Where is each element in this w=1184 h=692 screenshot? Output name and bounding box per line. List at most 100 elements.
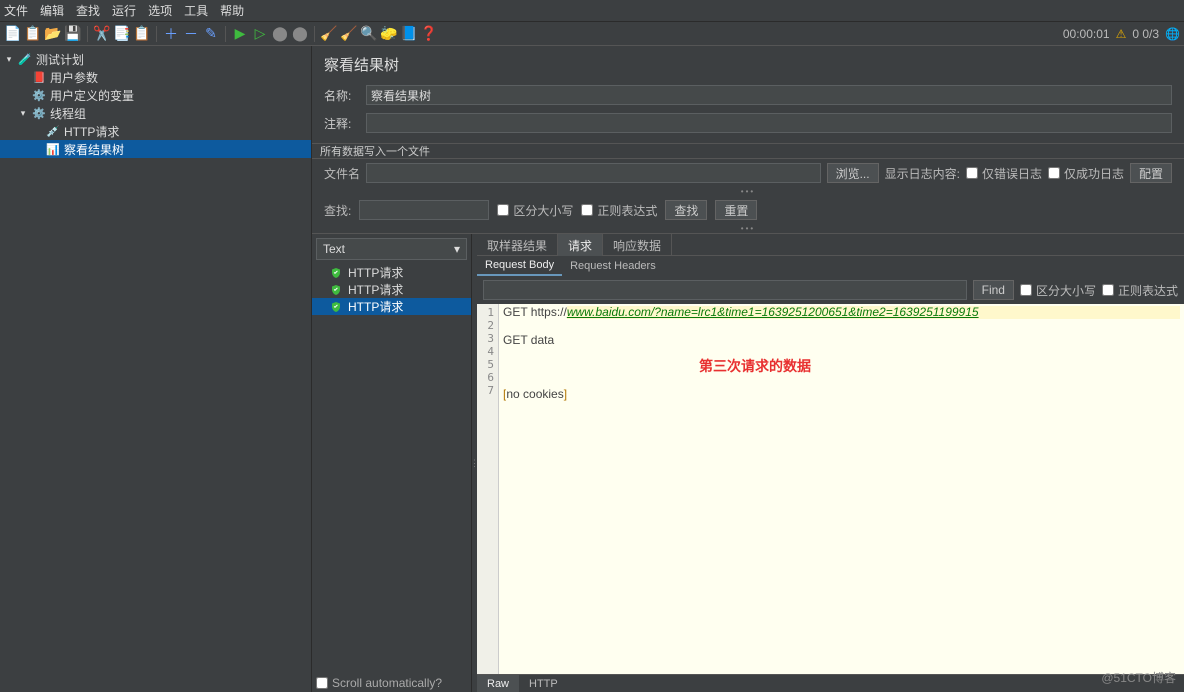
success-shield-icon: [330, 267, 342, 279]
open-icon[interactable]: 📂: [44, 25, 62, 43]
footer-tab-raw[interactable]: Raw: [477, 675, 519, 692]
tree-user-vars[interactable]: ⚙️ 用户定义的变量: [0, 86, 311, 104]
menu-tools[interactable]: 工具: [184, 2, 208, 19]
subtab-request-headers[interactable]: Request Headers: [562, 256, 664, 276]
menu-options[interactable]: 选项: [148, 2, 172, 19]
templates-icon[interactable]: 📋: [24, 25, 42, 43]
tree-toggle-icon[interactable]: ▾: [4, 54, 14, 65]
paste-icon[interactable]: 📋: [133, 25, 151, 43]
shutdown-icon[interactable]: ⬤: [291, 25, 309, 43]
params-icon: 📕: [32, 70, 46, 84]
chart-icon: 📊: [46, 142, 60, 156]
reset-search-icon[interactable]: 🧽: [380, 25, 398, 43]
name-input[interactable]: [366, 85, 1172, 105]
toggle-icon[interactable]: ✎: [202, 25, 220, 43]
splitter-grip[interactable]: •••: [312, 224, 1184, 233]
regex-check[interactable]: 正则表达式: [581, 202, 657, 219]
tree-toggle-icon[interactable]: ▾: [18, 108, 28, 119]
result-item[interactable]: HTTP请求: [312, 281, 471, 298]
tree-search-input[interactable]: [359, 200, 489, 220]
toolbar: 📄 📋 📂 💾 ✂️ 📑 📋 ＋ － ✎ ▶ ▷ ⬤ ⬤ 🧹 🧹 🔍 🧽 📘 ❓…: [0, 22, 1184, 46]
code-content[interactable]: GET https://www.baidu.com/?name=lrc1&tim…: [499, 304, 1184, 674]
globe-icon[interactable]: 🌐: [1165, 27, 1180, 41]
menu-help[interactable]: 帮助: [220, 2, 244, 19]
result-item[interactable]: HTTP请求: [312, 264, 471, 281]
results-tree-panel: Text ▾ HTTP请求 HTTP请求 HTTP请求 Scroll autom…: [312, 234, 472, 692]
tab-response[interactable]: 响应数据: [603, 234, 672, 256]
search-tree-icon[interactable]: 🔍: [360, 25, 378, 43]
errors-only-check[interactable]: 仅错误日志: [966, 165, 1042, 182]
panel-title: 察看结果树: [312, 46, 1184, 83]
show-log-label: 显示日志内容:: [885, 165, 960, 182]
save-icon[interactable]: 💾: [64, 25, 82, 43]
menu-file[interactable]: 文件: [4, 2, 28, 19]
stop-icon[interactable]: ⬤: [271, 25, 289, 43]
clear-icon[interactable]: 🧹: [320, 25, 338, 43]
result-label: HTTP请求: [348, 264, 403, 281]
tree-view-results[interactable]: 📊 察看结果树: [0, 140, 311, 158]
menu-search[interactable]: 查找: [76, 2, 100, 19]
tree-label: 测试计划: [36, 51, 84, 68]
success-shield-icon: [330, 301, 342, 313]
configure-button[interactable]: 配置: [1130, 163, 1172, 183]
tree-test-plan[interactable]: ▾ 🧪 测试计划: [0, 50, 311, 68]
filename-input[interactable]: [366, 163, 821, 183]
warning-icon[interactable]: ⚠: [1116, 27, 1127, 41]
menu-bar: 文件 编辑 查找 运行 选项 工具 帮助: [0, 0, 1184, 22]
annotation-text: 第三次请求的数据: [699, 360, 811, 373]
tree-http-request[interactable]: 💉 HTTP请求: [0, 122, 311, 140]
find-button[interactable]: Find: [973, 280, 1014, 300]
menu-edit[interactable]: 编辑: [40, 2, 64, 19]
render-select[interactable]: Text ▾: [316, 238, 467, 260]
pipette-icon: 💉: [46, 124, 60, 138]
find-input[interactable]: [483, 280, 967, 300]
tree-thread-group[interactable]: ▾ ⚙️ 线程组: [0, 104, 311, 122]
tree-label: 线程组: [50, 105, 86, 122]
comment-label: 注释:: [324, 115, 360, 132]
comment-input[interactable]: [366, 113, 1172, 133]
clear-all-icon[interactable]: 🧹: [340, 25, 358, 43]
collapse-icon[interactable]: －: [182, 25, 200, 43]
tab-request[interactable]: 请求: [558, 234, 603, 256]
footer-tab-http[interactable]: HTTP: [519, 675, 568, 692]
vars-icon: ⚙️: [32, 88, 46, 102]
result-label: HTTP请求: [348, 298, 403, 315]
thread-group-icon: ⚙️: [32, 106, 46, 120]
scroll-auto-check[interactable]: Scroll automatically?: [316, 676, 442, 690]
tree-user-params[interactable]: 📕 用户参数: [0, 68, 311, 86]
new-icon[interactable]: 📄: [4, 25, 22, 43]
result-item[interactable]: HTTP请求: [312, 298, 471, 315]
splitter-grip[interactable]: •••: [312, 187, 1184, 196]
find-regex-check[interactable]: 正则表达式: [1102, 282, 1178, 299]
filename-label: 文件名: [324, 165, 360, 182]
success-only-check[interactable]: 仅成功日志: [1048, 165, 1124, 182]
tab-sampler-result[interactable]: 取样器结果: [477, 234, 558, 256]
tree-label: 察看结果树: [64, 141, 124, 158]
line-gutter: 1234567: [477, 304, 499, 674]
func-helper-icon[interactable]: 📘: [400, 25, 418, 43]
flask-icon: 🧪: [18, 52, 32, 66]
search-button[interactable]: 查找: [665, 200, 707, 220]
result-label: HTTP请求: [348, 281, 403, 298]
find-case-check[interactable]: 区分大小写: [1020, 282, 1096, 299]
content-panel: 察看结果树 名称: 注释: 所有数据写入一个文件 文件名 浏览... 显示日志内…: [312, 46, 1184, 692]
start-no-pause-icon[interactable]: ▷: [251, 25, 269, 43]
details-panel: 取样器结果 请求 响应数据 Request Body Request Heade…: [477, 234, 1184, 692]
tree-label: HTTP请求: [64, 123, 119, 140]
case-check[interactable]: 区分大小写: [497, 202, 573, 219]
menu-run[interactable]: 运行: [112, 2, 136, 19]
browse-button[interactable]: 浏览...: [827, 163, 879, 183]
chevron-down-icon: ▾: [454, 242, 460, 256]
subtab-request-body[interactable]: Request Body: [477, 256, 562, 276]
section-write-file: 所有数据写入一个文件: [312, 143, 1184, 159]
test-plan-tree: ▾ 🧪 测试计划 📕 用户参数 ⚙️ 用户定义的变量 ▾ ⚙️ 线程组 💉 HT…: [0, 46, 312, 692]
start-icon[interactable]: ▶: [231, 25, 249, 43]
expand-icon[interactable]: ＋: [162, 25, 180, 43]
help-icon[interactable]: ❓: [420, 25, 438, 43]
search-label: 查找:: [324, 202, 351, 219]
reset-button[interactable]: 重置: [715, 200, 757, 220]
copy-icon[interactable]: 📑: [113, 25, 131, 43]
cut-icon[interactable]: ✂️: [93, 25, 111, 43]
code-area[interactable]: 1234567 GET https://www.baidu.com/?name=…: [477, 304, 1184, 674]
threads-label: 0 0/3: [1132, 27, 1159, 41]
